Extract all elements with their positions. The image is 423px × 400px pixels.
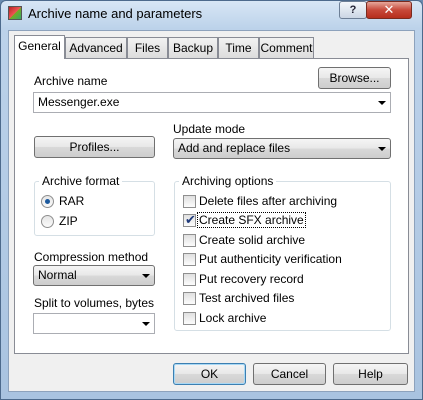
- cancel-button[interactable]: Cancel: [253, 363, 326, 385]
- radio-selected-dot: [45, 199, 50, 204]
- tab-comment[interactable]: Comment: [259, 37, 314, 58]
- archive-format-group: [34, 181, 155, 236]
- create-solid-checkbox[interactable]: [183, 234, 196, 247]
- compression-method-label: Compression method: [34, 250, 149, 264]
- browse-button[interactable]: Browse...: [318, 67, 391, 89]
- update-mode-value: Add and replace files: [178, 141, 291, 155]
- recovery-record-label[interactable]: Put recovery record: [199, 272, 304, 286]
- update-mode-label: Update mode: [173, 122, 246, 136]
- recovery-record-checkbox[interactable]: [183, 273, 196, 286]
- archiving-options-title: Archiving options: [179, 174, 277, 188]
- compression-method-select[interactable]: Normal: [33, 265, 155, 286]
- winrar-app-icon: [8, 6, 22, 20]
- test-files-checkbox[interactable]: [183, 292, 196, 305]
- close-icon: ✕: [383, 2, 395, 17]
- split-volumes-label: Split to volumes, bytes: [34, 296, 155, 310]
- update-mode-select[interactable]: Add and replace files: [173, 138, 391, 159]
- window-title: Archive name and parameters: [28, 6, 203, 21]
- rar-radio-label[interactable]: RAR: [59, 194, 84, 208]
- chevron-down-icon: [378, 101, 386, 105]
- tab-backup[interactable]: Backup: [168, 37, 218, 58]
- profiles-button[interactable]: Profiles...: [34, 136, 155, 158]
- zip-radio-label[interactable]: ZIP: [59, 214, 78, 228]
- delete-files-label[interactable]: Delete files after archiving: [199, 194, 337, 208]
- rar-radio[interactable]: [41, 195, 54, 208]
- compression-method-value: Normal: [38, 268, 77, 282]
- authenticity-label[interactable]: Put authenticity verification: [199, 252, 342, 266]
- tab-time[interactable]: Time: [218, 37, 259, 58]
- chevron-down-icon: [378, 147, 386, 151]
- create-solid-label[interactable]: Create solid archive: [199, 233, 305, 247]
- archive-name-label: Archive name: [34, 74, 108, 88]
- test-files-label[interactable]: Test archived files: [199, 291, 294, 305]
- authenticity-checkbox[interactable]: [183, 253, 196, 266]
- tab-general[interactable]: General: [14, 35, 65, 59]
- title-help-button[interactable]: ?: [339, 1, 367, 19]
- ok-button[interactable]: OK: [173, 363, 246, 385]
- chevron-down-icon: [142, 274, 150, 278]
- create-sfx-checkbox[interactable]: ✔: [183, 212, 196, 227]
- archive-name-value: Messenger.exe: [38, 95, 120, 109]
- tab-advanced[interactable]: Advanced: [65, 37, 127, 58]
- split-volumes-combo[interactable]: [33, 313, 155, 334]
- zip-radio[interactable]: [41, 215, 54, 228]
- chevron-down-icon: [142, 322, 150, 326]
- archive-format-title: Archive format: [39, 174, 123, 188]
- archive-name-combo[interactable]: Messenger.exe: [33, 92, 391, 113]
- checkmark-icon: ✔: [185, 212, 196, 227]
- lock-archive-checkbox[interactable]: [183, 312, 196, 325]
- tab-files[interactable]: Files: [127, 37, 168, 58]
- lock-archive-label[interactable]: Lock archive: [199, 311, 266, 325]
- create-sfx-label[interactable]: Create SFX archive: [197, 212, 306, 228]
- help-button[interactable]: Help: [333, 363, 408, 385]
- delete-files-checkbox[interactable]: [183, 195, 196, 208]
- close-button[interactable]: ✕: [366, 1, 412, 19]
